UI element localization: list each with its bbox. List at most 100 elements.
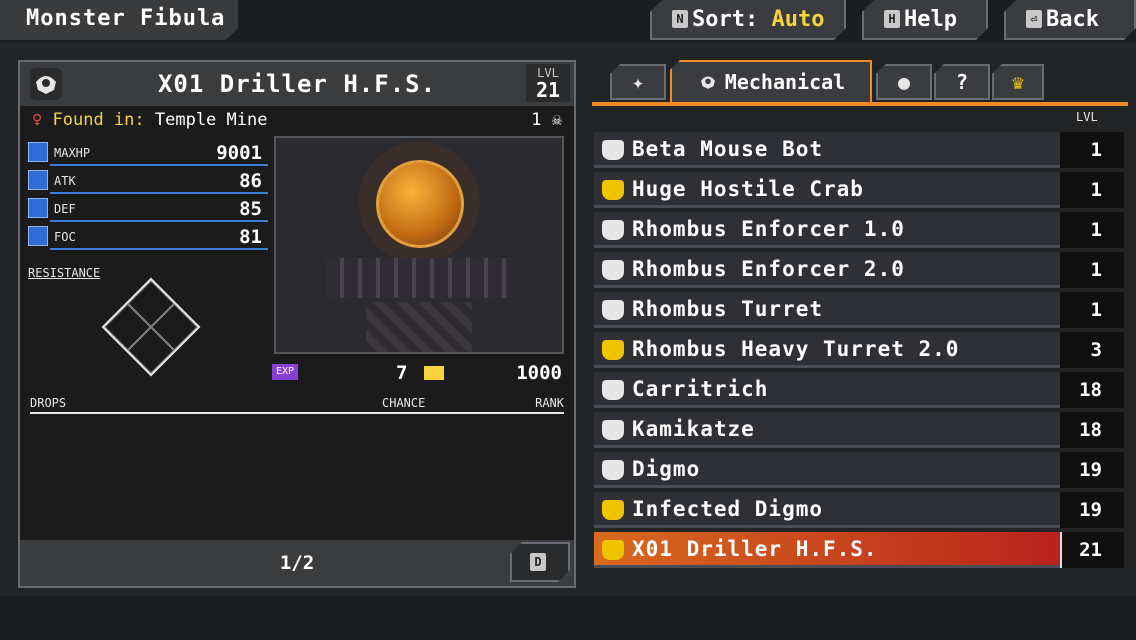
list-item[interactable]: Beta Mouse Bot 1 [594,132,1124,168]
list-item[interactable]: Rhombus Enforcer 1.0 1 [594,212,1124,248]
resistance-diamond [101,277,201,377]
screen-title-tab: Monster Fibula [0,0,238,40]
list-item[interactable]: Rhombus Turret 1 [594,292,1124,328]
monster-list-level: 1 [1090,219,1102,241]
stat-underline [50,220,268,222]
tab-underline [592,102,1128,106]
stat-underline [50,164,268,166]
back-label: Back [1046,6,1099,32]
stat-maxhp: MAXHP 9001 [28,142,268,166]
list-item-selected[interactable]: X01 Driller H.F.S. 21 [594,532,1124,568]
stat-atk: ATK 86 [28,170,268,194]
monster-list-name: Rhombus Enforcer 2.0 [632,257,905,281]
monster-list-name: X01 Driller H.F.S. [632,537,878,561]
portrait-vent [326,258,512,298]
stat-underline [50,248,268,250]
sort-key-icon: N [672,10,688,28]
beast-claw-icon: ✦ [631,70,645,94]
stat-value: 81 [239,226,262,248]
tab-boss[interactable]: ♛ [992,64,1044,100]
list-item[interactable]: Kamikatze 18 [594,412,1124,448]
detail-footer: 1/2 D [20,540,574,586]
list-level-header: LVL [1076,110,1098,124]
question-icon: ? [955,70,969,94]
next-page-button[interactable]: D [510,542,570,582]
monster-list-name: Carritrich [632,377,769,401]
found-in-label: Found in: [52,110,145,130]
mechanical-icon [602,420,624,440]
monster-list-level: 18 [1079,419,1102,441]
list-item[interactable]: Huge Hostile Crab 1 [594,172,1124,208]
sort-button[interactable]: N Sort: Auto [650,0,846,40]
back-key-icon: ⏎ [1026,10,1042,28]
kill-count-value: 1 [531,110,542,130]
stat-name: DEF [54,202,76,216]
monster-list-level: 1 [1090,139,1102,161]
mechanical-gold-icon [602,180,624,200]
list-item[interactable]: Digmo 19 [594,452,1124,488]
stat-name: FOC [54,230,76,244]
location-pin-icon: ♀ [32,110,43,130]
mechanical-icon [602,220,624,240]
list-item[interactable]: Infected Digmo 19 [594,492,1124,528]
list-item[interactable]: Rhombus Heavy Turret 2.0 3 [594,332,1124,368]
monster-list-level: 3 [1090,339,1102,361]
heart-icon [28,142,48,162]
page-indicator: 1/2 [279,552,315,574]
found-in: ♀ Found in: Temple Mine [32,110,267,130]
mechanical-icon [602,140,624,160]
help-key-icon: H [884,10,900,28]
level-value: 21 [535,78,561,102]
portrait-base [366,302,472,352]
shield-icon [28,198,48,218]
tab-mechanical-label: Mechanical [724,70,846,94]
help-button[interactable]: H Help [862,0,988,40]
kill-count: 1 ☠ [531,110,562,130]
stat-underline [50,192,268,194]
monster-name: X01 Driller H.F.S. [157,70,437,98]
pot-icon: ● [897,70,911,94]
credits-icon [424,366,444,380]
mechanical-icon [602,260,624,280]
category-tabs: ✦ Mechanical ● ? ♛ [592,60,1128,102]
monster-list-level: 1 [1090,259,1102,281]
exp-value: 1000 [516,362,562,384]
portrait-core-orb [376,160,464,248]
monster-list-level: 19 [1079,459,1102,481]
tab-plant[interactable]: ● [876,64,932,100]
mechanical-icon [700,76,715,89]
monster-list: Beta Mouse Bot 1 Huge Hostile Crab 1 Rho… [594,132,1124,572]
boss-crown-icon: ♛ [1011,70,1025,94]
drops-table-header: DROPS CHANCE RANK [30,396,564,414]
tab-mechanical[interactable]: Mechanical [670,60,872,102]
monster-list-name: Rhombus Turret [632,297,824,321]
monster-list-name: Huge Hostile Crab [632,177,864,201]
list-item[interactable]: Rhombus Enforcer 2.0 1 [594,252,1124,288]
bottom-bar [0,596,1136,640]
monster-list-level: 18 [1079,379,1102,401]
skull-icon: ☠ [551,110,562,130]
found-in-place: Temple Mine [154,110,268,130]
tab-unknown[interactable]: ? [934,64,990,100]
back-button[interactable]: ⏎ Back [1004,0,1136,40]
exp-badge-icon: EXP [272,364,298,380]
monster-portrait [274,136,564,354]
mechanical-icon [602,460,624,480]
sort-label: Sort: [692,6,759,32]
monster-list-name: Rhombus Enforcer 1.0 [632,217,905,241]
tab-beast[interactable]: ✦ [610,64,666,100]
mechanical-gold-icon [602,340,624,360]
sort-value: Auto [771,6,825,32]
stat-foc: FOC 81 [28,226,268,250]
chance-column-header: CHANCE [382,396,426,410]
eye-icon [28,226,48,246]
stat-name: MAXHP [54,146,91,160]
resistance-label: RESISTANCE [28,266,101,280]
list-item[interactable]: Carritrich 18 [594,372,1124,408]
monster-list-name: Rhombus Heavy Turret 2.0 [632,337,960,361]
rewards-row: EXP 7 1000 [272,362,562,386]
mechanical-gold-icon [602,540,624,560]
help-label: Help [904,6,957,32]
monster-list-level: 19 [1079,499,1102,521]
monster-list-level: 1 [1090,179,1102,201]
